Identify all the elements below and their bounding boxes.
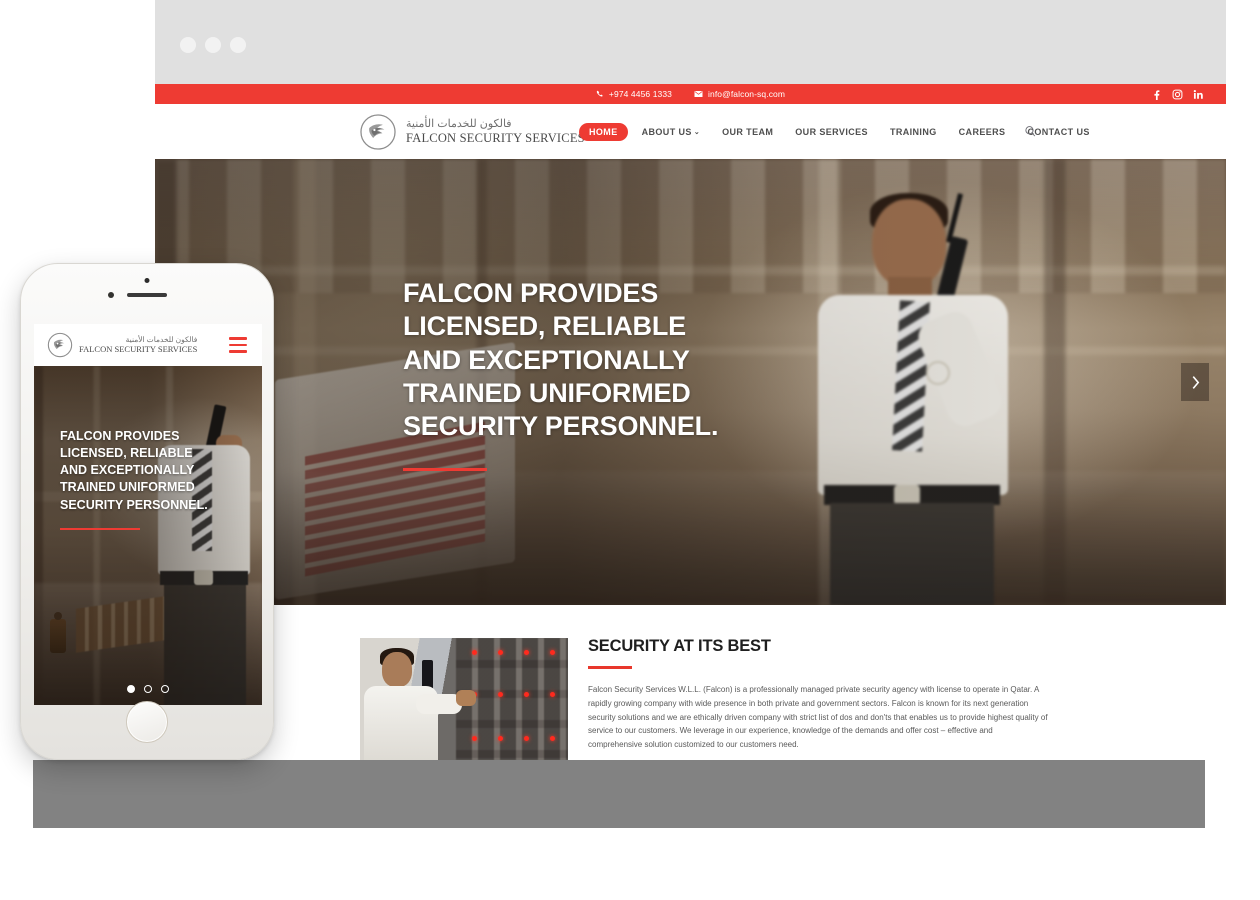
chevron-down-icon: ⌄ xyxy=(693,129,701,136)
hero-accent-rule xyxy=(403,467,487,471)
mobile-logo-text: فالكون للخدمات الأمنية FALCON SECURITY S… xyxy=(79,336,197,354)
site-header: فالكون للخدمات الأمنية FALCON SECURITY S… xyxy=(155,104,1226,159)
phone-mockup: فالكون للخدمات الأمنية FALCON SECURITY S… xyxy=(20,263,274,760)
mobile-slider-dot-2[interactable] xyxy=(144,685,152,693)
mobile-slider-dot-1[interactable] xyxy=(127,685,135,693)
mobile-logo-english-name: FALCON SECURITY SERVICES xyxy=(79,344,198,355)
envelope-icon xyxy=(694,90,703,98)
search-icon[interactable] xyxy=(1020,122,1040,142)
logo-english-name: FALCON SECURITY SERVICES xyxy=(406,130,585,145)
mobile-site-header: فالكون للخدمات الأمنية FALCON SECURITY S… xyxy=(34,324,262,366)
phone-sensor xyxy=(144,278,150,283)
topbar-phone-label: +974 4456 1333 xyxy=(608,89,673,99)
browser-maximize-dot[interactable] xyxy=(230,37,246,53)
nav-item-home[interactable]: HOME xyxy=(579,122,628,141)
browser-chrome-bar xyxy=(155,0,1226,84)
mobile-hero-accent-rule xyxy=(60,527,140,531)
browser-minimize-dot[interactable] xyxy=(205,37,221,53)
nav-item-our-team[interactable]: OUR TEAM xyxy=(711,127,784,137)
nav-item-training[interactable]: TRAINING xyxy=(879,127,948,137)
instagram-icon[interactable] xyxy=(1172,89,1183,100)
intro-accent-rule xyxy=(588,666,632,669)
browser-close-dot[interactable] xyxy=(180,37,196,53)
phone-shadow-plate xyxy=(33,760,263,796)
topbar-email[interactable]: info@falcon-sq.com xyxy=(694,89,785,99)
nav-item-careers[interactable]: CAREERS xyxy=(948,127,1017,137)
topbar-phone[interactable]: +974 4456 1333 xyxy=(596,89,672,99)
intro-section: SECURITY AT ITS BEST Falcon Security Ser… xyxy=(155,605,1226,760)
phone-screen: فالكون للخدمات الأمنية FALCON SECURITY S… xyxy=(34,324,262,705)
phone-icon xyxy=(596,90,604,98)
mobile-logo-arabic-name: فالكون للخدمات الأمنية xyxy=(125,335,198,345)
screenshot-stage: +974 4456 1333 info@falcon-sq.com فالكون… xyxy=(0,0,1260,900)
logo-arabic-name: فالكون للخدمات الأمنية xyxy=(406,117,512,130)
browser-window: +974 4456 1333 info@falcon-sq.com فالكون… xyxy=(155,0,1226,760)
hero-title: FALCON PROVIDES LICENSED, RELIABLE AND E… xyxy=(403,278,719,442)
nav-item-our-services[interactable]: OUR SERVICES xyxy=(784,127,879,137)
falcon-logo-icon xyxy=(359,113,397,151)
mobile-hero-title: FALCON PROVIDES LICENSED, RELIABLE AND E… xyxy=(60,429,208,512)
mobile-hero-slider: FALCON PROVIDES LICENSED, RELIABLE AND E… xyxy=(34,366,262,705)
home-button[interactable] xyxy=(126,701,168,743)
falcon-logo-icon xyxy=(47,332,73,358)
mobile-slider-dots xyxy=(127,685,169,693)
site-logo[interactable]: فالكون للخدمات الأمنية FALCON SECURITY S… xyxy=(359,113,585,151)
topbar-social-links xyxy=(1151,89,1204,100)
intro-copy: SECURITY AT ITS BEST Falcon Security Ser… xyxy=(588,637,1048,752)
mobile-hero-copy: FALCON PROVIDES LICENSED, RELIABLE AND E… xyxy=(60,428,210,531)
intro-image xyxy=(360,638,568,760)
facebook-icon[interactable] xyxy=(1151,89,1162,100)
site-logo-text: فالكون للخدمات الأمنية FALCON SECURITY S… xyxy=(406,117,585,145)
nav-item-careers-label: CAREERS xyxy=(958,126,1006,137)
nav-item-about-us-label: ABOUT US xyxy=(641,126,692,137)
site-topbar: +974 4456 1333 info@falcon-sq.com xyxy=(155,84,1226,104)
hero-slider: FALCON PROVIDES LICENSED, RELIABLE AND E… xyxy=(155,159,1226,605)
phone-speaker xyxy=(127,293,167,297)
mobile-slider-dot-3[interactable] xyxy=(161,685,169,693)
hero-copy: FALCON PROVIDES LICENSED, RELIABLE AND E… xyxy=(403,277,723,471)
nav-item-home-label: HOME xyxy=(589,126,618,137)
topbar-email-label: info@falcon-sq.com xyxy=(708,89,786,99)
hamburger-menu-icon[interactable] xyxy=(229,337,247,353)
topbar-contacts: +974 4456 1333 info@falcon-sq.com xyxy=(155,89,1226,99)
nav-item-our-services-label: OUR SERVICES xyxy=(795,126,868,137)
phone-camera xyxy=(108,292,114,298)
linkedin-icon[interactable] xyxy=(1193,89,1204,100)
nav-item-our-team-label: OUR TEAM xyxy=(722,126,774,137)
mobile-site-logo[interactable]: فالكون للخدمات الأمنية FALCON SECURITY S… xyxy=(47,332,197,358)
intro-heading: SECURITY AT ITS BEST xyxy=(588,637,771,655)
hero-next-slide-button[interactable] xyxy=(1181,363,1209,401)
nav-item-training-label: TRAINING xyxy=(889,126,937,137)
nav-item-about-us[interactable]: ABOUT US ⌄ xyxy=(631,127,711,137)
browser-window-controls[interactable] xyxy=(180,37,246,53)
intro-body-text: Falcon Security Services W.L.L. (Falcon)… xyxy=(588,685,1048,749)
